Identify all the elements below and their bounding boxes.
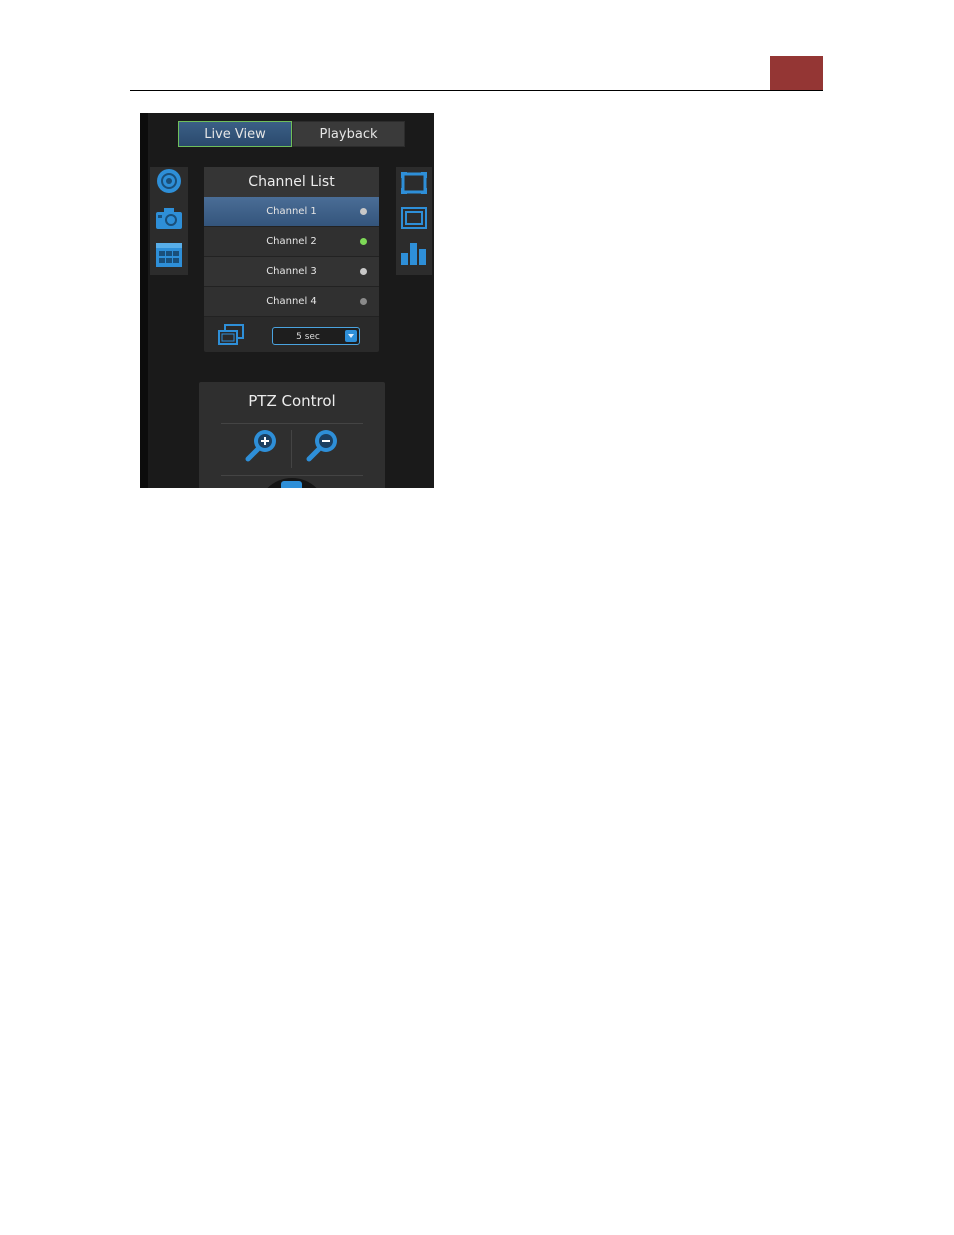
sequence-icon[interactable] [218, 324, 244, 346]
interval-value: 5 sec [296, 332, 320, 342]
statistics-icon[interactable] [400, 239, 428, 267]
interval-select[interactable]: 5 sec [272, 327, 360, 345]
divider [221, 423, 363, 424]
channel-row-3[interactable]: Channel 3 [204, 257, 379, 287]
status-dot [360, 298, 367, 305]
left-toolbar [150, 167, 188, 275]
chevron-down-icon[interactable] [345, 330, 357, 342]
zoom-out-icon[interactable] [305, 427, 341, 465]
right-toolbar [396, 167, 432, 275]
header-color-block [770, 56, 823, 91]
fullscreen-icon[interactable] [400, 169, 428, 197]
channel-label: Channel 3 [266, 266, 317, 277]
status-dot [360, 238, 367, 245]
record-icon[interactable] [155, 167, 183, 195]
header-rule [130, 90, 823, 91]
ptz-title: PTZ Control [248, 392, 336, 410]
channel-label: Channel 4 [266, 296, 317, 307]
divider [291, 430, 292, 468]
zoom-in-icon[interactable] [244, 427, 280, 465]
status-dot [360, 208, 367, 215]
channel-list-title: Channel List [204, 167, 379, 197]
channel-list-panel: Channel List Channel 1 Channel 2 Channel… [204, 167, 379, 352]
panel-edge [140, 113, 148, 488]
channel-row-2[interactable]: Channel 2 [204, 227, 379, 257]
channel-label: Channel 1 [266, 206, 317, 217]
divider [221, 475, 363, 476]
aspect-ratio-icon[interactable] [400, 204, 428, 232]
tab-live-view[interactable]: Live View [178, 121, 292, 147]
app-panel: Live View Playback Channel List Channel … [140, 113, 434, 488]
ptz-control-panel: PTZ Control [199, 382, 385, 488]
snapshot-icon[interactable] [155, 204, 183, 232]
pan-up-button[interactable] [281, 481, 302, 488]
channel-row-1[interactable]: Channel 1 [204, 197, 379, 227]
status-dot [360, 268, 367, 275]
channel-row-4[interactable]: Channel 4 [204, 287, 379, 317]
layout-grid-icon[interactable] [155, 241, 183, 269]
channel-label: Channel 2 [266, 236, 317, 247]
tab-playback[interactable]: Playback [292, 121, 405, 147]
